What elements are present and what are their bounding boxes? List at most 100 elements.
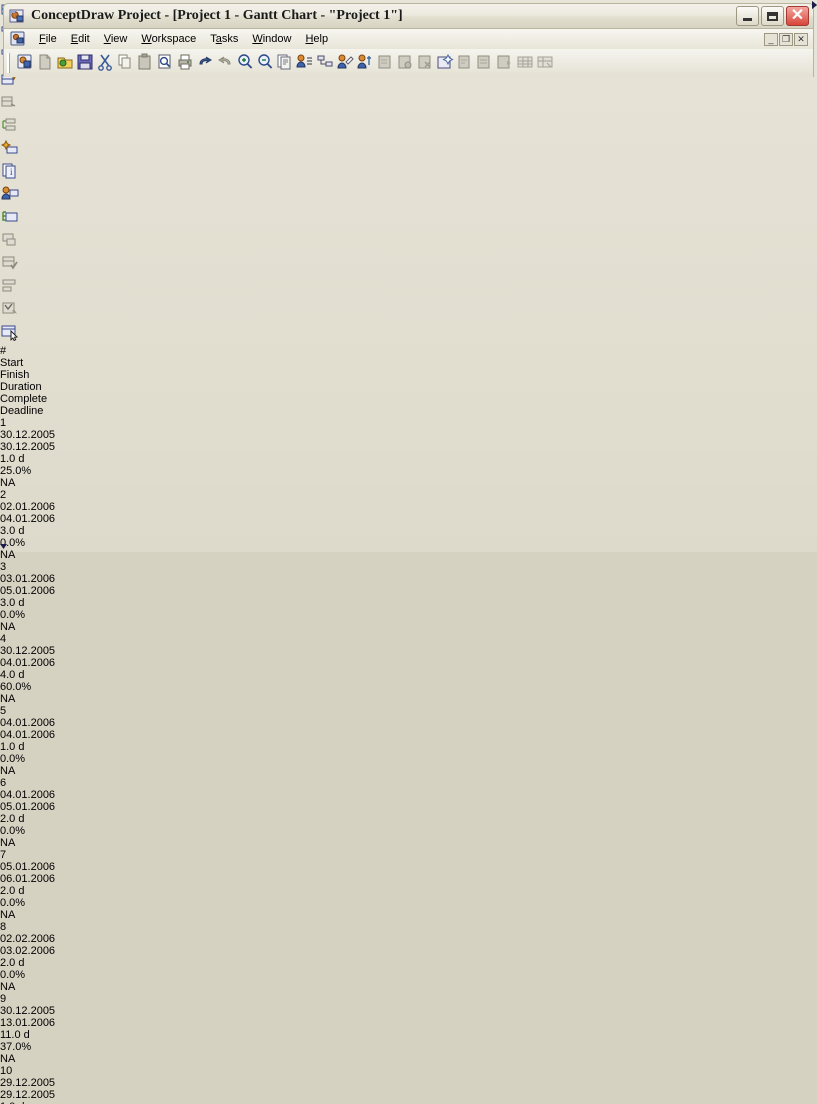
- cell-deadline[interactable]: NA: [0, 477, 817, 489]
- cell-start[interactable]: 29.12.2005: [0, 1077, 817, 1089]
- mdi-restore-button[interactable]: ❐: [779, 32, 793, 46]
- save-icon[interactable]: [75, 52, 95, 75]
- cell-complete[interactable]: 0.0%: [0, 753, 817, 765]
- cell-deadline[interactable]: NA: [0, 1053, 817, 1065]
- unlink-tasks-icon[interactable]: [395, 52, 415, 75]
- cell-duration[interactable]: 11.0 d: [0, 1029, 817, 1041]
- cell-start[interactable]: 30.12.2005: [0, 645, 817, 657]
- cell-duration[interactable]: 2.0 d: [0, 885, 817, 897]
- cell-duration[interactable]: 1.0 d: [0, 453, 817, 465]
- cell-duration[interactable]: 3.0 d: [0, 525, 817, 537]
- table-row[interactable]: 4 30.12.2005 04.01.2006 4.0 d 60.0% NA: [0, 633, 817, 705]
- cell-finish[interactable]: 05.01.2006: [0, 801, 817, 813]
- cell-complete[interactable]: 25.0%: [0, 465, 817, 477]
- cell-complete[interactable]: 0.0%: [0, 969, 817, 981]
- cell-finish[interactable]: 30.12.2005: [0, 441, 817, 453]
- table-row[interactable]: 2 02.01.2006 04.01.2006 3.0 d 0.0% NA: [0, 489, 817, 561]
- close-button[interactable]: ✕: [786, 6, 809, 26]
- cell-deadline[interactable]: NA: [0, 693, 817, 705]
- cell-complete[interactable]: 0.0%: [0, 897, 817, 909]
- grid-view-icon[interactable]: [515, 52, 535, 75]
- outdent-task-icon[interactable]: [475, 52, 495, 75]
- cell-start[interactable]: 30.12.2005: [0, 1005, 817, 1017]
- cell-n[interactable]: 9: [0, 993, 817, 1005]
- filter-grid-icon[interactable]: [535, 52, 555, 75]
- cut-scissors-icon[interactable]: [95, 52, 115, 75]
- cell-complete[interactable]: 37.0%: [0, 1041, 817, 1053]
- table-row[interactable]: 7 05.01.2006 06.01.2006 2.0 d 0.0% NA: [0, 849, 817, 921]
- cell-n[interactable]: 4: [0, 633, 817, 645]
- outline-icon[interactable]: [315, 52, 335, 75]
- cell-n[interactable]: 7: [0, 849, 817, 861]
- cell-complete[interactable]: 0.0%: [0, 609, 817, 621]
- zoom-out-icon[interactable]: [255, 52, 275, 75]
- cell-start[interactable]: 30.12.2005: [0, 429, 817, 441]
- cell-finish[interactable]: 05.01.2006: [0, 585, 817, 597]
- cell-deadline[interactable]: NA: [0, 549, 817, 561]
- cell-start[interactable]: 05.01.2006: [0, 861, 817, 873]
- column-header-deadline[interactable]: Deadline: [0, 405, 817, 417]
- assign-resource-icon[interactable]: [355, 52, 375, 75]
- sort-task-icon[interactable]: [0, 276, 817, 299]
- cell-n[interactable]: 8: [0, 921, 817, 933]
- zoom-in-icon[interactable]: [235, 52, 255, 75]
- cell-finish[interactable]: 04.01.2006: [0, 729, 817, 741]
- cell-deadline[interactable]: NA: [0, 909, 817, 921]
- menu-item-view[interactable]: View: [97, 31, 135, 47]
- paste-icon[interactable]: [135, 52, 155, 75]
- edit-task-icon[interactable]: [335, 52, 355, 75]
- cell-duration[interactable]: 1.0 d: [0, 1101, 817, 1104]
- print-preview-icon[interactable]: [155, 52, 175, 75]
- menu-item-edit[interactable]: Edit: [64, 31, 97, 47]
- cell-complete[interactable]: 0.0%: [0, 825, 817, 837]
- toolbar-grip[interactable]: [7, 53, 12, 73]
- resources-icon[interactable]: [295, 52, 315, 75]
- cell-start[interactable]: 04.01.2006: [0, 789, 817, 801]
- column-header-finish[interactable]: Finish: [0, 369, 817, 381]
- minimize-button[interactable]: [736, 6, 759, 26]
- cell-n[interactable]: 10: [0, 1065, 817, 1077]
- gantt-scroll-right-button[interactable]: [812, 0, 817, 12]
- cell-duration[interactable]: 1.0 d: [0, 741, 817, 753]
- cell-finish[interactable]: 06.01.2006: [0, 873, 817, 885]
- column-header-number[interactable]: #: [0, 345, 817, 357]
- delete-task-icon[interactable]: [415, 52, 435, 75]
- select-pointer-icon[interactable]: [0, 322, 817, 345]
- maximize-button[interactable]: [761, 6, 784, 26]
- cell-start[interactable]: 04.01.2006: [0, 717, 817, 729]
- cell-complete[interactable]: 0.0%: [0, 537, 817, 549]
- link-tasks-icon[interactable]: [375, 52, 395, 75]
- report-icon[interactable]: [275, 52, 295, 75]
- print-icon[interactable]: [175, 52, 195, 75]
- menu-item-tasks[interactable]: Tasks: [203, 31, 245, 47]
- mark-task-icon[interactable]: [0, 299, 817, 322]
- cell-duration[interactable]: 2.0 d: [0, 813, 817, 825]
- cell-finish[interactable]: 04.01.2006: [0, 513, 817, 525]
- indent-task-icon[interactable]: [455, 52, 475, 75]
- cell-duration[interactable]: 4.0 d: [0, 669, 817, 681]
- copy-icon[interactable]: [115, 52, 135, 75]
- column-header-complete[interactable]: Complete: [0, 393, 817, 405]
- task-info-icon[interactable]: i: [0, 161, 817, 184]
- move-task-icon[interactable]: [495, 52, 515, 75]
- cell-n[interactable]: 3: [0, 561, 817, 573]
- new-project-icon[interactable]: [15, 52, 35, 75]
- cell-n[interactable]: 5: [0, 705, 817, 717]
- assign-resource-icon[interactable]: [0, 184, 817, 207]
- scroll-down-button[interactable]: [0, 540, 7, 552]
- table-row[interactable]: 3 03.01.2006 05.01.2006 3.0 d 0.0% NA: [0, 561, 817, 633]
- document-icon[interactable]: [10, 31, 26, 47]
- menu-item-window[interactable]: Window: [245, 31, 298, 47]
- table-row[interactable]: 1029.12.200529.12.20051.0 d100.0%NA: [0, 1065, 817, 1104]
- cell-start[interactable]: 02.02.2006: [0, 933, 817, 945]
- table-row[interactable]: 5 04.01.2006 04.01.2006 1.0 d 0.0% NA: [0, 705, 817, 777]
- task-notes-icon[interactable]: [0, 207, 817, 230]
- redo-icon[interactable]: [215, 52, 235, 75]
- cell-deadline[interactable]: NA: [0, 765, 817, 777]
- hide-task-icon[interactable]: [0, 230, 817, 253]
- cell-duration[interactable]: 2.0 d: [0, 957, 817, 969]
- milestone-icon[interactable]: [0, 138, 817, 161]
- cell-finish[interactable]: 13.01.2006: [0, 1017, 817, 1029]
- open-folder-icon[interactable]: [55, 52, 75, 75]
- cell-n[interactable]: 6: [0, 777, 817, 789]
